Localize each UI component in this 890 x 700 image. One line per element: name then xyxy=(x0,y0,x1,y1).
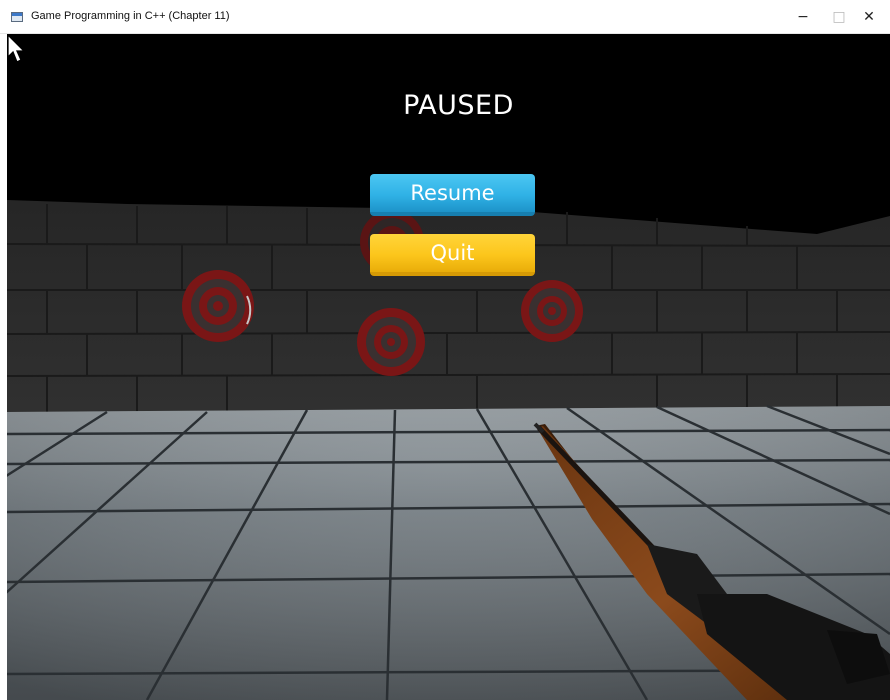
target-icon xyxy=(357,308,425,376)
app-window-icon xyxy=(11,12,23,22)
quit-button[interactable]: Quit xyxy=(370,234,535,276)
window-titlebar[interactable]: Game Programming in C++ (Chapter 11) − □… xyxy=(0,0,890,34)
game-viewport[interactable]: PAUSED Resume Quit xyxy=(7,34,890,700)
game-scene xyxy=(7,34,890,700)
resume-button[interactable]: Resume xyxy=(370,174,535,216)
window-title: Game Programming in C++ (Chapter 11) xyxy=(31,10,230,22)
close-button[interactable]: ✕ xyxy=(846,0,890,34)
mouse-cursor-icon xyxy=(7,34,26,63)
target-icon xyxy=(521,280,583,342)
paused-title: PAUSED xyxy=(403,90,514,121)
target-icon xyxy=(182,270,254,342)
